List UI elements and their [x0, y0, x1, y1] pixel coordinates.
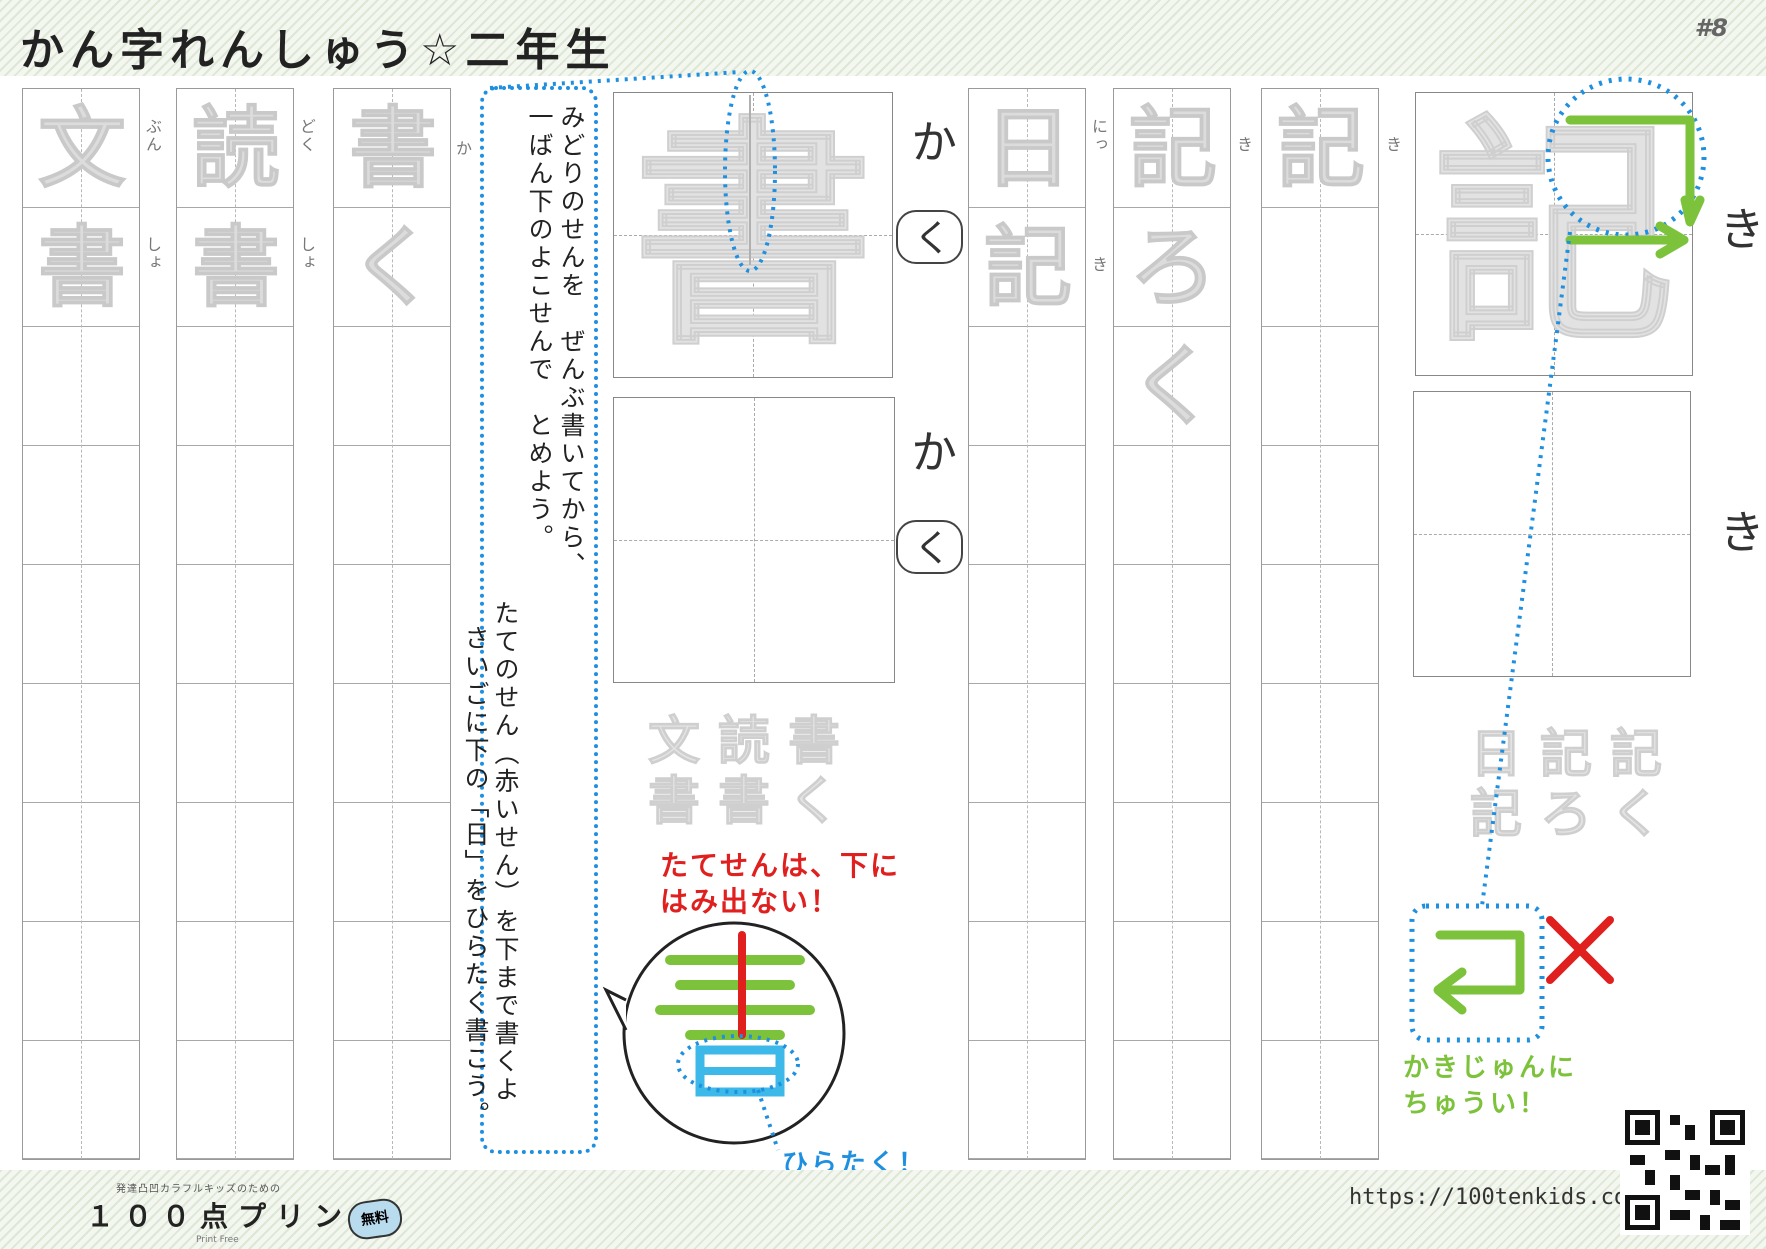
annotation-overlay: [489, 69, 1707, 1151]
qr-code-icon: [1620, 1105, 1750, 1235]
brand-name: １００点プリント: [86, 1200, 391, 1233]
wrong-order-icon: [1433, 930, 1525, 1015]
bubble-tail: [602, 986, 628, 1031]
connector-line: [489, 70, 741, 90]
brand-tagline: 発達凸凹カラフルキッズのための: [116, 1184, 281, 1195]
wrong-x-icon: [1546, 916, 1614, 984]
brand-logo: 発達凸凹カラフルキッズのための １００点プリント Print Free 無料: [86, 1180, 405, 1245]
ki-highlight-circle: [1545, 76, 1707, 238]
site-url[interactable]: https://100tenkids.com/: [1349, 1185, 1654, 1210]
